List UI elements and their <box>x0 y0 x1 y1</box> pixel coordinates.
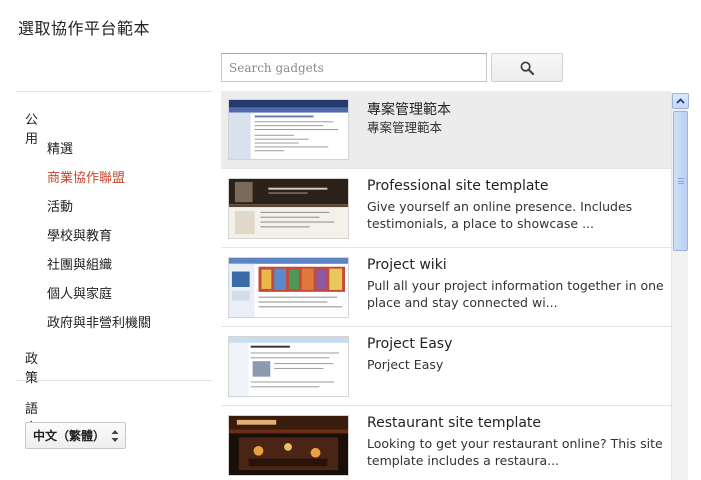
search-button[interactable] <box>491 53 563 82</box>
list-scrollbar[interactable] <box>671 93 689 480</box>
sidebar-item-personal[interactable]: 個人與家庭 <box>47 283 112 302</box>
thumbnail-restaurant-image <box>229 416 348 475</box>
template-title: Restaurant site template <box>367 415 542 431</box>
template-description: Pull all your project information togeth… <box>367 278 664 310</box>
template-description: Porject Easy <box>367 357 444 372</box>
template-description: Looking to get your restaurant online? T… <box>367 436 663 468</box>
language-select[interactable]: 中文（繁體） <box>25 422 126 449</box>
chevron-up-icon <box>676 98 685 104</box>
language-select-value: 中文（繁體） <box>33 429 106 443</box>
heading-public[interactable]: 公用 <box>25 109 38 147</box>
sidebar-divider <box>16 91 212 92</box>
sidebar-item-featured[interactable]: 精選 <box>47 138 73 157</box>
template-picker: 選取協作平台範本 公用 精選 商業協作聯盟 活動 學校與教育 社團與組織 個人與… <box>0 0 701 480</box>
template-title: Project Easy <box>367 336 453 352</box>
sidebar-item-schools[interactable]: 學校與教育 <box>47 225 112 244</box>
template-item-project-management[interactable]: 專案管理範本 專案管理範本 <box>221 91 671 169</box>
template-description: Give yourself an online presence. Includ… <box>367 199 633 231</box>
thumbnail-project-wiki-image <box>229 258 348 317</box>
heading-policy[interactable]: 政策 <box>25 348 38 386</box>
sidebar-item-events[interactable]: 活動 <box>47 196 73 215</box>
sidebar-item-clubs[interactable]: 社團與組織 <box>47 254 112 273</box>
search-icon <box>520 61 534 75</box>
template-title: Professional site template <box>367 178 549 194</box>
sidebar-item-business[interactable]: 商業協作聯盟 <box>47 167 125 186</box>
template-title: Project wiki <box>367 257 447 273</box>
sidebar-divider <box>16 380 212 381</box>
template-thumbnail <box>228 99 349 160</box>
thumbnail-project-management-image <box>229 100 348 159</box>
template-item-restaurant[interactable]: Restaurant site template Looking to get … <box>221 407 671 480</box>
select-arrows-icon <box>111 430 119 442</box>
template-thumbnail <box>228 178 349 239</box>
template-description: 專案管理範本 <box>367 120 443 135</box>
template-thumbnail <box>228 415 349 476</box>
sidebar-item-government[interactable]: 政府與非營利機關 <box>47 312 151 331</box>
template-list: 專案管理範本 專案管理範本 Professional site template… <box>221 91 671 480</box>
template-thumbnail <box>228 257 349 318</box>
search-input[interactable] <box>221 53 487 82</box>
template-item-project-easy[interactable]: Project Easy Porject Easy <box>221 328 671 406</box>
scrollbar-thumb[interactable] <box>673 111 688 251</box>
page-title: 選取協作平台範本 <box>18 19 151 38</box>
template-thumbnail <box>228 336 349 397</box>
grip-icon <box>678 178 684 184</box>
thumbnail-professional-image <box>229 179 348 238</box>
template-item-professional[interactable]: Professional site template Give yourself… <box>221 170 671 248</box>
template-item-project-wiki[interactable]: Project wiki Pull all your project infor… <box>221 249 671 327</box>
scroll-up-button[interactable] <box>672 93 689 109</box>
thumbnail-project-easy-image <box>229 337 348 396</box>
template-title: 專案管理範本 <box>367 102 451 118</box>
